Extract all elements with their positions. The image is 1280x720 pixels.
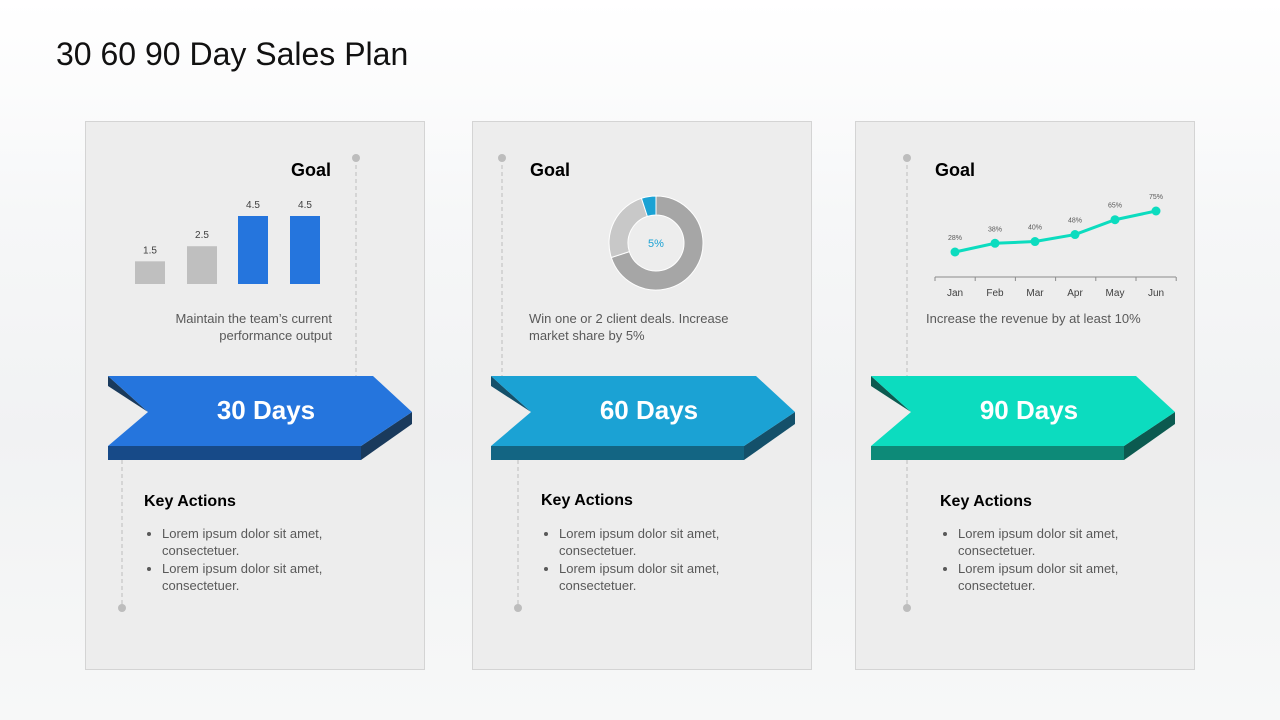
x-tick-label: Apr xyxy=(1067,288,1083,299)
phase-label: 90 Days xyxy=(979,395,1079,425)
bar xyxy=(238,216,268,284)
slide-graphics: 1.5 2.5 4.5 4.5 5% 28% Jan 38% Feb 40% Mar 48% Apr 65… xyxy=(108,154,1177,612)
arrow-bottom-face xyxy=(108,446,361,460)
arrow-bottom-face xyxy=(871,446,1124,460)
point-data-label: 28% xyxy=(948,235,962,242)
timeline-dot xyxy=(352,154,360,162)
goal-heading: Goal xyxy=(935,160,976,180)
key-actions-list: Lorem ipsum dolor sit amet, consectetuer… xyxy=(541,525,759,595)
key-actions-heading: Key Actions xyxy=(144,493,236,510)
goal-heading: Goal xyxy=(530,160,571,180)
key-actions-list: Lorem ipsum dolor sit amet, consectetuer… xyxy=(940,525,1158,595)
phase-label: 30 Days xyxy=(216,395,316,425)
timeline-dot xyxy=(118,604,126,612)
line-point xyxy=(950,247,960,257)
list-item: Lorem ipsum dolor sit amet, consectetuer… xyxy=(958,560,1158,594)
timeline-dot xyxy=(903,154,911,162)
goal-description: Increase the revenue by at least 10% xyxy=(926,311,1141,326)
timeline-dot xyxy=(903,604,911,612)
key-actions-heading: Key Actions xyxy=(541,492,633,509)
list-item: Lorem ipsum dolor sit amet, consectetuer… xyxy=(958,525,1158,559)
line-point xyxy=(1070,230,1080,240)
bar xyxy=(187,246,217,284)
list-item: Lorem ipsum dolor sit amet, consectetuer… xyxy=(162,560,362,594)
goal-description: Win one or 2 client deals. Increase mark… xyxy=(529,311,729,343)
line-point xyxy=(1110,215,1120,225)
bar-data-label: 1.5 xyxy=(143,245,157,256)
arrow-bottom-face xyxy=(491,446,744,460)
point-data-label: 75% xyxy=(1149,194,1163,201)
x-tick-label: Jan xyxy=(947,288,963,299)
list-item: Lorem ipsum dolor sit amet, consectetuer… xyxy=(559,525,759,559)
phase-label: 60 Days xyxy=(599,395,699,425)
point-data-label: 48% xyxy=(1068,218,1082,225)
bar xyxy=(135,261,165,284)
line-point xyxy=(1151,206,1161,216)
donut-center-label: 5% xyxy=(648,238,664,250)
list-item: Lorem ipsum dolor sit amet, consectetuer… xyxy=(559,560,759,594)
bar-data-label: 4.5 xyxy=(246,200,260,211)
key-actions-list: Lorem ipsum dolor sit amet, consectetuer… xyxy=(144,525,362,595)
bar-data-label: 2.5 xyxy=(195,230,209,241)
x-tick-label: Mar xyxy=(1026,288,1044,299)
line-point xyxy=(1030,237,1040,247)
timeline-dot xyxy=(514,604,522,612)
bar-data-label: 4.5 xyxy=(298,200,312,211)
point-data-label: 65% xyxy=(1108,203,1122,210)
point-data-label: 38% xyxy=(988,226,1002,233)
x-tick-label: Feb xyxy=(986,288,1004,299)
goal-heading: Goal xyxy=(291,160,332,180)
key-actions-heading: Key Actions xyxy=(940,493,1032,510)
point-data-label: 40% xyxy=(1028,225,1042,232)
list-item: Lorem ipsum dolor sit amet, consectetuer… xyxy=(162,525,362,559)
bar xyxy=(290,216,320,284)
timeline-dot xyxy=(498,154,506,162)
line-point xyxy=(990,238,1000,248)
goal-description: Maintain the team’s current performance … xyxy=(175,311,332,343)
line-series xyxy=(954,209,1157,254)
x-tick-label: Jun xyxy=(1148,288,1164,299)
donut-slice xyxy=(608,197,648,259)
x-tick-label: May xyxy=(1106,288,1125,299)
